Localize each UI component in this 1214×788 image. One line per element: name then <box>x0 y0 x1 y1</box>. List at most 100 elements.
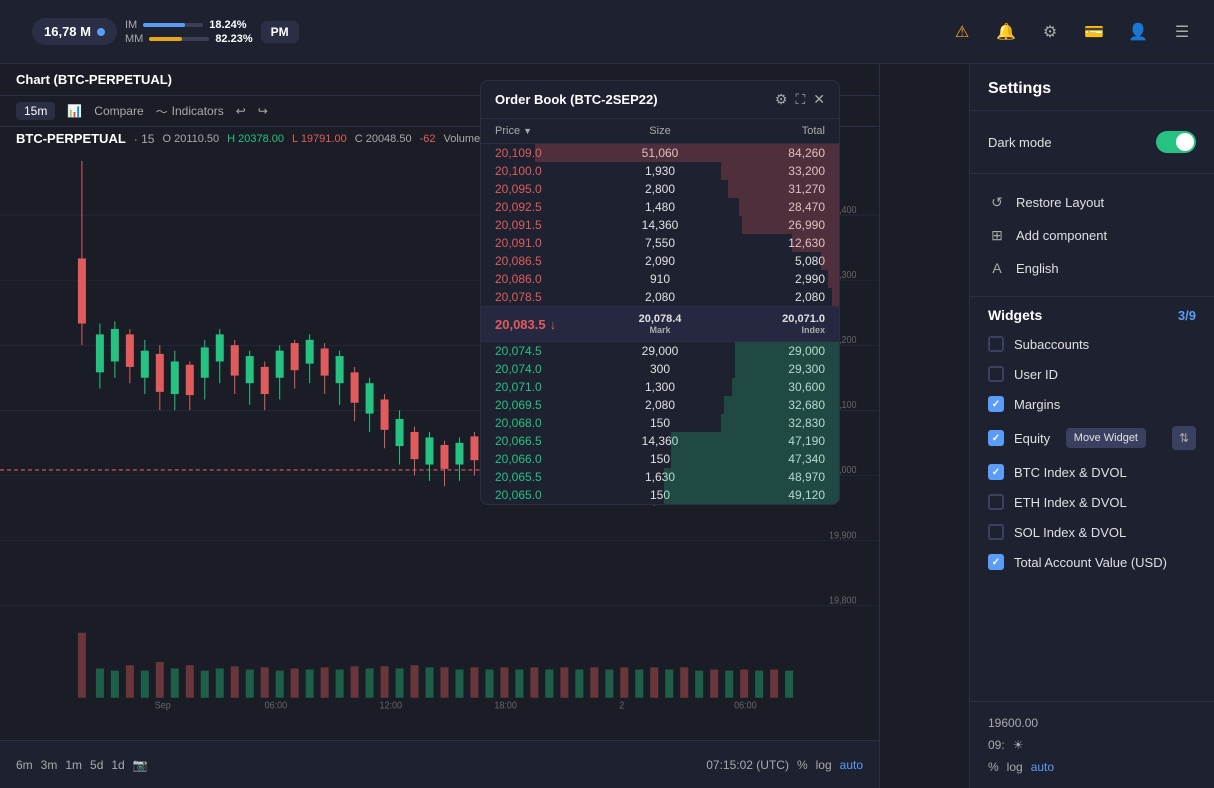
sell-bar <box>742 216 839 234</box>
timeframe-6m[interactable]: 6m <box>16 758 33 772</box>
pct-mode[interactable]: % <box>797 758 808 772</box>
sell-order-row: 20,100.0 1,930 33,200 <box>481 162 839 180</box>
orderbook-column-headers: Price ▼ Size Total <box>481 119 839 144</box>
spread-price: 20,083.5 ↓ <box>495 313 605 335</box>
sell-order-row: 20,086.0 910 2,990 <box>481 270 839 288</box>
sell-order-row: 20,109.0 51,060 84,260 <box>481 144 839 162</box>
widget-checkbox[interactable] <box>988 554 1004 570</box>
buy-order-row: 20,069.5 2,080 32,680 <box>481 396 839 414</box>
timeframe-1m[interactable]: 1m <box>65 758 82 772</box>
buy-order-row: 20,068.0 150 32,830 <box>481 414 839 432</box>
spread-arrow-icon: ↓ <box>550 317 557 332</box>
svg-text:06:00: 06:00 <box>734 700 756 710</box>
user-icon[interactable]: 👤 <box>1122 16 1154 48</box>
sell-price: 20,091.0 <box>495 236 605 250</box>
indicators-button[interactable]: 〜 Indicators <box>156 103 224 120</box>
pm-badge[interactable]: PM <box>261 21 299 43</box>
widget-checkbox[interactable] <box>988 336 1004 352</box>
wallet-icon[interactable]: 💳 <box>1078 16 1110 48</box>
orderbook-settings-icon[interactable]: ⚙ <box>775 91 788 108</box>
gear-icon[interactable]: ⚙ <box>1034 16 1066 48</box>
orderbook-expand-icon[interactable]: ⛶ <box>795 91 805 108</box>
screenshot-icon[interactable]: 📷 <box>133 758 148 772</box>
sell-price: 20,078.5 <box>495 290 605 304</box>
widgets-count: 3/9 <box>1178 308 1196 323</box>
log-label[interactable]: log <box>1007 760 1023 774</box>
sell-price: 20,086.0 <box>495 272 605 286</box>
spread-mark: 20,078.4 Mark <box>605 313 715 335</box>
bottom-value: 19600.00 <box>988 716 1038 730</box>
pct-label[interactable]: % <box>988 760 999 774</box>
widget-item[interactable]: Subaccounts <box>970 329 1214 359</box>
restore-icon: ↺ <box>988 194 1006 211</box>
sell-price: 20,095.0 <box>495 182 605 196</box>
margin-info: IM 18.24% MM 82.23% <box>125 19 253 45</box>
widget-checkbox[interactable] <box>988 464 1004 480</box>
settings-panel: Settings Dark mode ↺ Restore Layout ⊞ Ad… <box>969 64 1214 788</box>
sell-price: 20,100.0 <box>495 164 605 178</box>
sell-size: 1,930 <box>605 164 715 178</box>
mm-label: MM <box>125 33 143 45</box>
sell-bar <box>721 162 839 180</box>
widget-checkbox[interactable] <box>988 366 1004 382</box>
language-label: English <box>1016 261 1196 276</box>
widget-item[interactable]: ETH Index & DVOL <box>970 487 1214 517</box>
widget-checkbox[interactable] <box>988 524 1004 540</box>
auto-mode[interactable]: auto <box>840 758 863 772</box>
bottom-mode-row: % log auto <box>988 756 1196 778</box>
buy-size: 1,300 <box>605 380 715 394</box>
timeframe-5d[interactable]: 5d <box>90 758 103 772</box>
widget-item[interactable]: BTC Index & DVOL <box>970 457 1214 487</box>
svg-text:Sep: Sep <box>155 700 171 710</box>
sort-arrow-icon: ▼ <box>523 126 532 136</box>
alert-icon[interactable]: ⚠ <box>946 16 978 48</box>
dark-mode-row[interactable]: Dark mode <box>988 123 1196 161</box>
svg-text:12:00: 12:00 <box>380 700 402 710</box>
buy-price: 20,069.5 <box>495 398 605 412</box>
dark-mode-toggle[interactable] <box>1156 131 1196 153</box>
balance-pill[interactable]: 16,78 M <box>32 18 117 45</box>
buy-price: 20,074.0 <box>495 362 605 376</box>
undo-button[interactable]: ↩ <box>236 104 246 118</box>
sell-price: 20,086.5 <box>495 254 605 268</box>
widget-checkbox[interactable] <box>988 396 1004 412</box>
buy-bar <box>671 450 839 468</box>
im-label: IM <box>125 19 137 31</box>
widget-item[interactable]: Total Account Value (USD) <box>970 547 1214 577</box>
menu-icon[interactable]: ☰ <box>1166 16 1198 48</box>
spread-index: 20,071.0 Index <box>715 313 825 335</box>
timeframe-3m[interactable]: 3m <box>41 758 58 772</box>
add-component-row[interactable]: ⊞ Add component <box>988 219 1196 252</box>
auto-label[interactable]: auto <box>1031 760 1054 774</box>
redo-button[interactable]: ↪ <box>258 104 268 118</box>
buy-price: 20,074.5 <box>495 344 605 358</box>
orderbook-close-icon[interactable]: ✕ <box>813 91 825 108</box>
buy-order-row: 20,074.5 29,000 29,000 <box>481 342 839 360</box>
buy-size: 300 <box>605 362 715 376</box>
bars-icon[interactable]: 📊 <box>67 104 82 118</box>
widget-item[interactable]: SOL Index & DVOL <box>970 517 1214 547</box>
sell-size: 910 <box>605 272 715 286</box>
timeframe-1d[interactable]: 1d <box>111 758 124 772</box>
sell-bar <box>739 198 839 216</box>
widgets-list: Subaccounts User ID Margins Equity ⇅ Mov… <box>970 329 1214 577</box>
compare-button[interactable]: Compare <box>94 104 143 118</box>
widget-checkbox[interactable] <box>988 494 1004 510</box>
add-component-icon: ⊞ <box>988 227 1006 244</box>
language-row[interactable]: A English <box>988 252 1196 284</box>
widget-label: ETH Index & DVOL <box>1014 495 1196 510</box>
move-widget-button[interactable]: ⇅ <box>1172 426 1196 450</box>
buy-bar <box>671 432 839 450</box>
sell-order-row: 20,078.5 2,080 2,080 <box>481 288 839 306</box>
widget-checkbox[interactable] <box>988 430 1004 446</box>
timeframe-button[interactable]: 15m <box>16 102 55 120</box>
bell-icon[interactable]: 🔔 <box>990 16 1022 48</box>
widget-item[interactable]: Margins <box>970 389 1214 419</box>
widget-item[interactable]: User ID <box>970 359 1214 389</box>
log-mode[interactable]: log <box>816 758 832 772</box>
dark-mode-section: Dark mode <box>970 111 1214 174</box>
widgets-header: Widgets 3/9 <box>970 297 1214 329</box>
restore-layout-row[interactable]: ↺ Restore Layout <box>988 186 1196 219</box>
widget-item[interactable]: Equity ⇅ Move Widget <box>970 419 1214 457</box>
settings-title: Settings <box>970 64 1214 111</box>
